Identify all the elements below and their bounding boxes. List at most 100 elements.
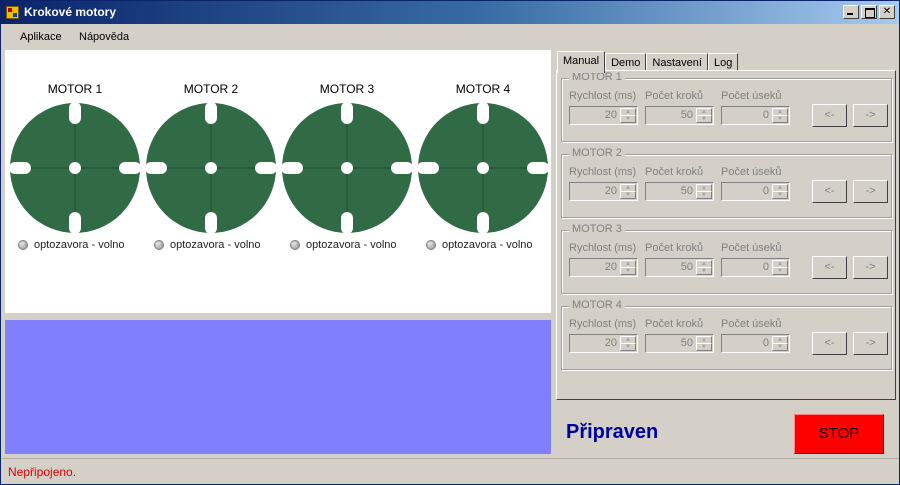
menu-bar: Aplikace Nápověda xyxy=(1,24,899,49)
led-icon xyxy=(426,240,436,250)
speed-stepper[interactable]: 20 ▲ ▼ xyxy=(569,334,638,353)
close-icon: ✕ xyxy=(882,6,892,17)
motor-4-group: MOTOR 4 Rychlost (ms) Počet kroků Počet … xyxy=(561,299,892,370)
speed-label: Rychlost (ms) xyxy=(569,166,637,178)
speed-value: 20 xyxy=(604,337,617,349)
steps-value: 50 xyxy=(680,109,693,121)
steps-stepper[interactable]: 50 ▲ ▼ xyxy=(645,334,714,353)
speed-value: 20 xyxy=(604,261,617,273)
stepper-down-icon[interactable]: ▼ xyxy=(696,343,712,351)
motor-2-sensor: optozavora - volno xyxy=(154,239,261,251)
title-bar[interactable]: Krokové motory ✕ xyxy=(1,1,899,24)
maximize-button[interactable] xyxy=(861,5,877,19)
motor-1-group: MOTOR 1 Rychlost (ms) Počet kroků Počet … xyxy=(561,71,892,142)
segments-label: Počet úseků xyxy=(721,166,782,178)
segments-stepper[interactable]: 0 ▲ ▼ xyxy=(721,182,790,201)
motor-2-title: MOTOR 2 xyxy=(183,82,239,96)
motor-4-title: MOTOR 4 xyxy=(455,82,511,96)
window-controls: ✕ xyxy=(841,5,895,19)
segments-value: 0 xyxy=(762,337,769,349)
stepper-down-icon[interactable]: ▼ xyxy=(620,191,636,199)
segments-label: Počet úseků xyxy=(721,90,782,102)
steps-stepper[interactable]: 50 ▲ ▼ xyxy=(645,106,714,125)
stepper-down-icon[interactable]: ▼ xyxy=(772,115,788,123)
speed-label: Rychlost (ms) xyxy=(569,318,637,330)
minimize-button[interactable] xyxy=(843,5,859,19)
rotate-left-button[interactable]: <- xyxy=(812,180,847,203)
status-bar: Nepřipojeno. xyxy=(1,458,899,484)
motor-3-title: MOTOR 3 xyxy=(319,82,375,96)
motor-2-sensor-label: optozavora - volno xyxy=(170,239,261,251)
segments-stepper[interactable]: 0 ▲ ▼ xyxy=(721,258,790,277)
motor-3-sensor: optozavora - volno xyxy=(290,239,397,251)
rotate-left-button[interactable]: <- xyxy=(812,256,847,279)
segments-value: 0 xyxy=(762,261,769,273)
speed-value: 20 xyxy=(604,185,617,197)
stepper-down-icon[interactable]: ▼ xyxy=(772,343,788,351)
connection-status: Nepřipojeno. xyxy=(8,465,77,479)
menu-napoveda[interactable]: Nápověda xyxy=(79,31,129,43)
stepper-down-icon[interactable]: ▼ xyxy=(620,343,636,351)
splitter[interactable] xyxy=(5,313,551,320)
speed-stepper[interactable]: 20 ▲ ▼ xyxy=(569,106,638,125)
segments-stepper[interactable]: 0 ▲ ▼ xyxy=(721,106,790,125)
steps-stepper[interactable]: 50 ▲ ▼ xyxy=(645,258,714,277)
stepper-down-icon[interactable]: ▼ xyxy=(696,267,712,275)
stepper-down-icon[interactable]: ▼ xyxy=(696,115,712,123)
speed-label: Rychlost (ms) xyxy=(569,242,637,254)
control-panel: Manual Demo Nastavení Log MOTOR 1 Rychlo… xyxy=(554,49,896,455)
motor-2-group: MOTOR 2 Rychlost (ms) Počet kroků Počet … xyxy=(561,147,892,218)
motor-2-display: MOTOR 2 optozavora - volno xyxy=(143,50,279,313)
close-button[interactable]: ✕ xyxy=(879,5,895,19)
motor-1-sensor-label: optozavora - volno xyxy=(34,239,125,251)
motor-1-wheel-icon xyxy=(9,102,141,234)
motor-3-group: MOTOR 3 Rychlost (ms) Počet kroků Počet … xyxy=(561,223,892,294)
rotate-right-button[interactable]: -> xyxy=(853,180,888,203)
rotate-left-button[interactable]: <- xyxy=(812,332,847,355)
menu-aplikace[interactable]: Aplikace xyxy=(20,31,62,43)
motor-3-display: MOTOR 3 optozavora - volno xyxy=(279,50,415,313)
steps-label: Počet kroků xyxy=(645,242,704,254)
steps-label: Počet kroků xyxy=(645,166,704,178)
steps-value: 50 xyxy=(680,261,693,273)
motor-2-group-title: MOTOR 2 xyxy=(569,147,625,159)
led-icon xyxy=(290,240,300,250)
stepper-down-icon[interactable]: ▼ xyxy=(772,267,788,275)
stepper-down-icon[interactable]: ▼ xyxy=(772,191,788,199)
steps-value: 50 xyxy=(680,337,693,349)
rotate-right-button[interactable]: -> xyxy=(853,256,888,279)
speed-label: Rychlost (ms) xyxy=(569,90,637,102)
motor-4-sensor: optozavora - volno xyxy=(426,239,533,251)
speed-value: 20 xyxy=(604,109,617,121)
window-title: Krokové motory xyxy=(24,5,117,19)
motor-3-wheel-icon xyxy=(281,102,413,234)
stepper-down-icon[interactable]: ▼ xyxy=(696,191,712,199)
output-area xyxy=(5,320,551,454)
rotate-right-button[interactable]: -> xyxy=(853,104,888,127)
rotate-right-button[interactable]: -> xyxy=(853,332,888,355)
steps-label: Počet kroků xyxy=(645,318,704,330)
led-icon xyxy=(18,240,28,250)
stepper-down-icon[interactable]: ▼ xyxy=(620,267,636,275)
main-window: Krokové motory ✕ Aplikace Nápověda MOTOR… xyxy=(0,0,900,485)
steps-value: 50 xyxy=(680,185,693,197)
stop-button[interactable]: STOP xyxy=(794,414,884,454)
segments-stepper[interactable]: 0 ▲ ▼ xyxy=(721,334,790,353)
steps-stepper[interactable]: 50 ▲ ▼ xyxy=(645,182,714,201)
motor-3-sensor-label: optozavora - volno xyxy=(306,239,397,251)
led-icon xyxy=(154,240,164,250)
ready-status: Připraven xyxy=(566,421,659,443)
motor-2-wheel-icon xyxy=(145,102,277,234)
motor-4-sensor-label: optozavora - volno xyxy=(442,239,533,251)
app-icon[interactable] xyxy=(6,6,19,19)
tab-manual[interactable]: Manual xyxy=(557,51,606,73)
steps-label: Počet kroků xyxy=(645,90,704,102)
speed-stepper[interactable]: 20 ▲ ▼ xyxy=(569,258,638,277)
motor-4-group-title: MOTOR 4 xyxy=(569,299,625,311)
stepper-down-icon[interactable]: ▼ xyxy=(620,115,636,123)
motor-4-wheel-icon xyxy=(417,102,549,234)
speed-stepper[interactable]: 20 ▲ ▼ xyxy=(569,182,638,201)
motor-4-display: MOTOR 4 optozavora - volno xyxy=(415,50,551,313)
rotate-left-button[interactable]: <- xyxy=(812,104,847,127)
tab-manual-content: MOTOR 1 Rychlost (ms) Počet kroků Počet … xyxy=(556,70,896,400)
